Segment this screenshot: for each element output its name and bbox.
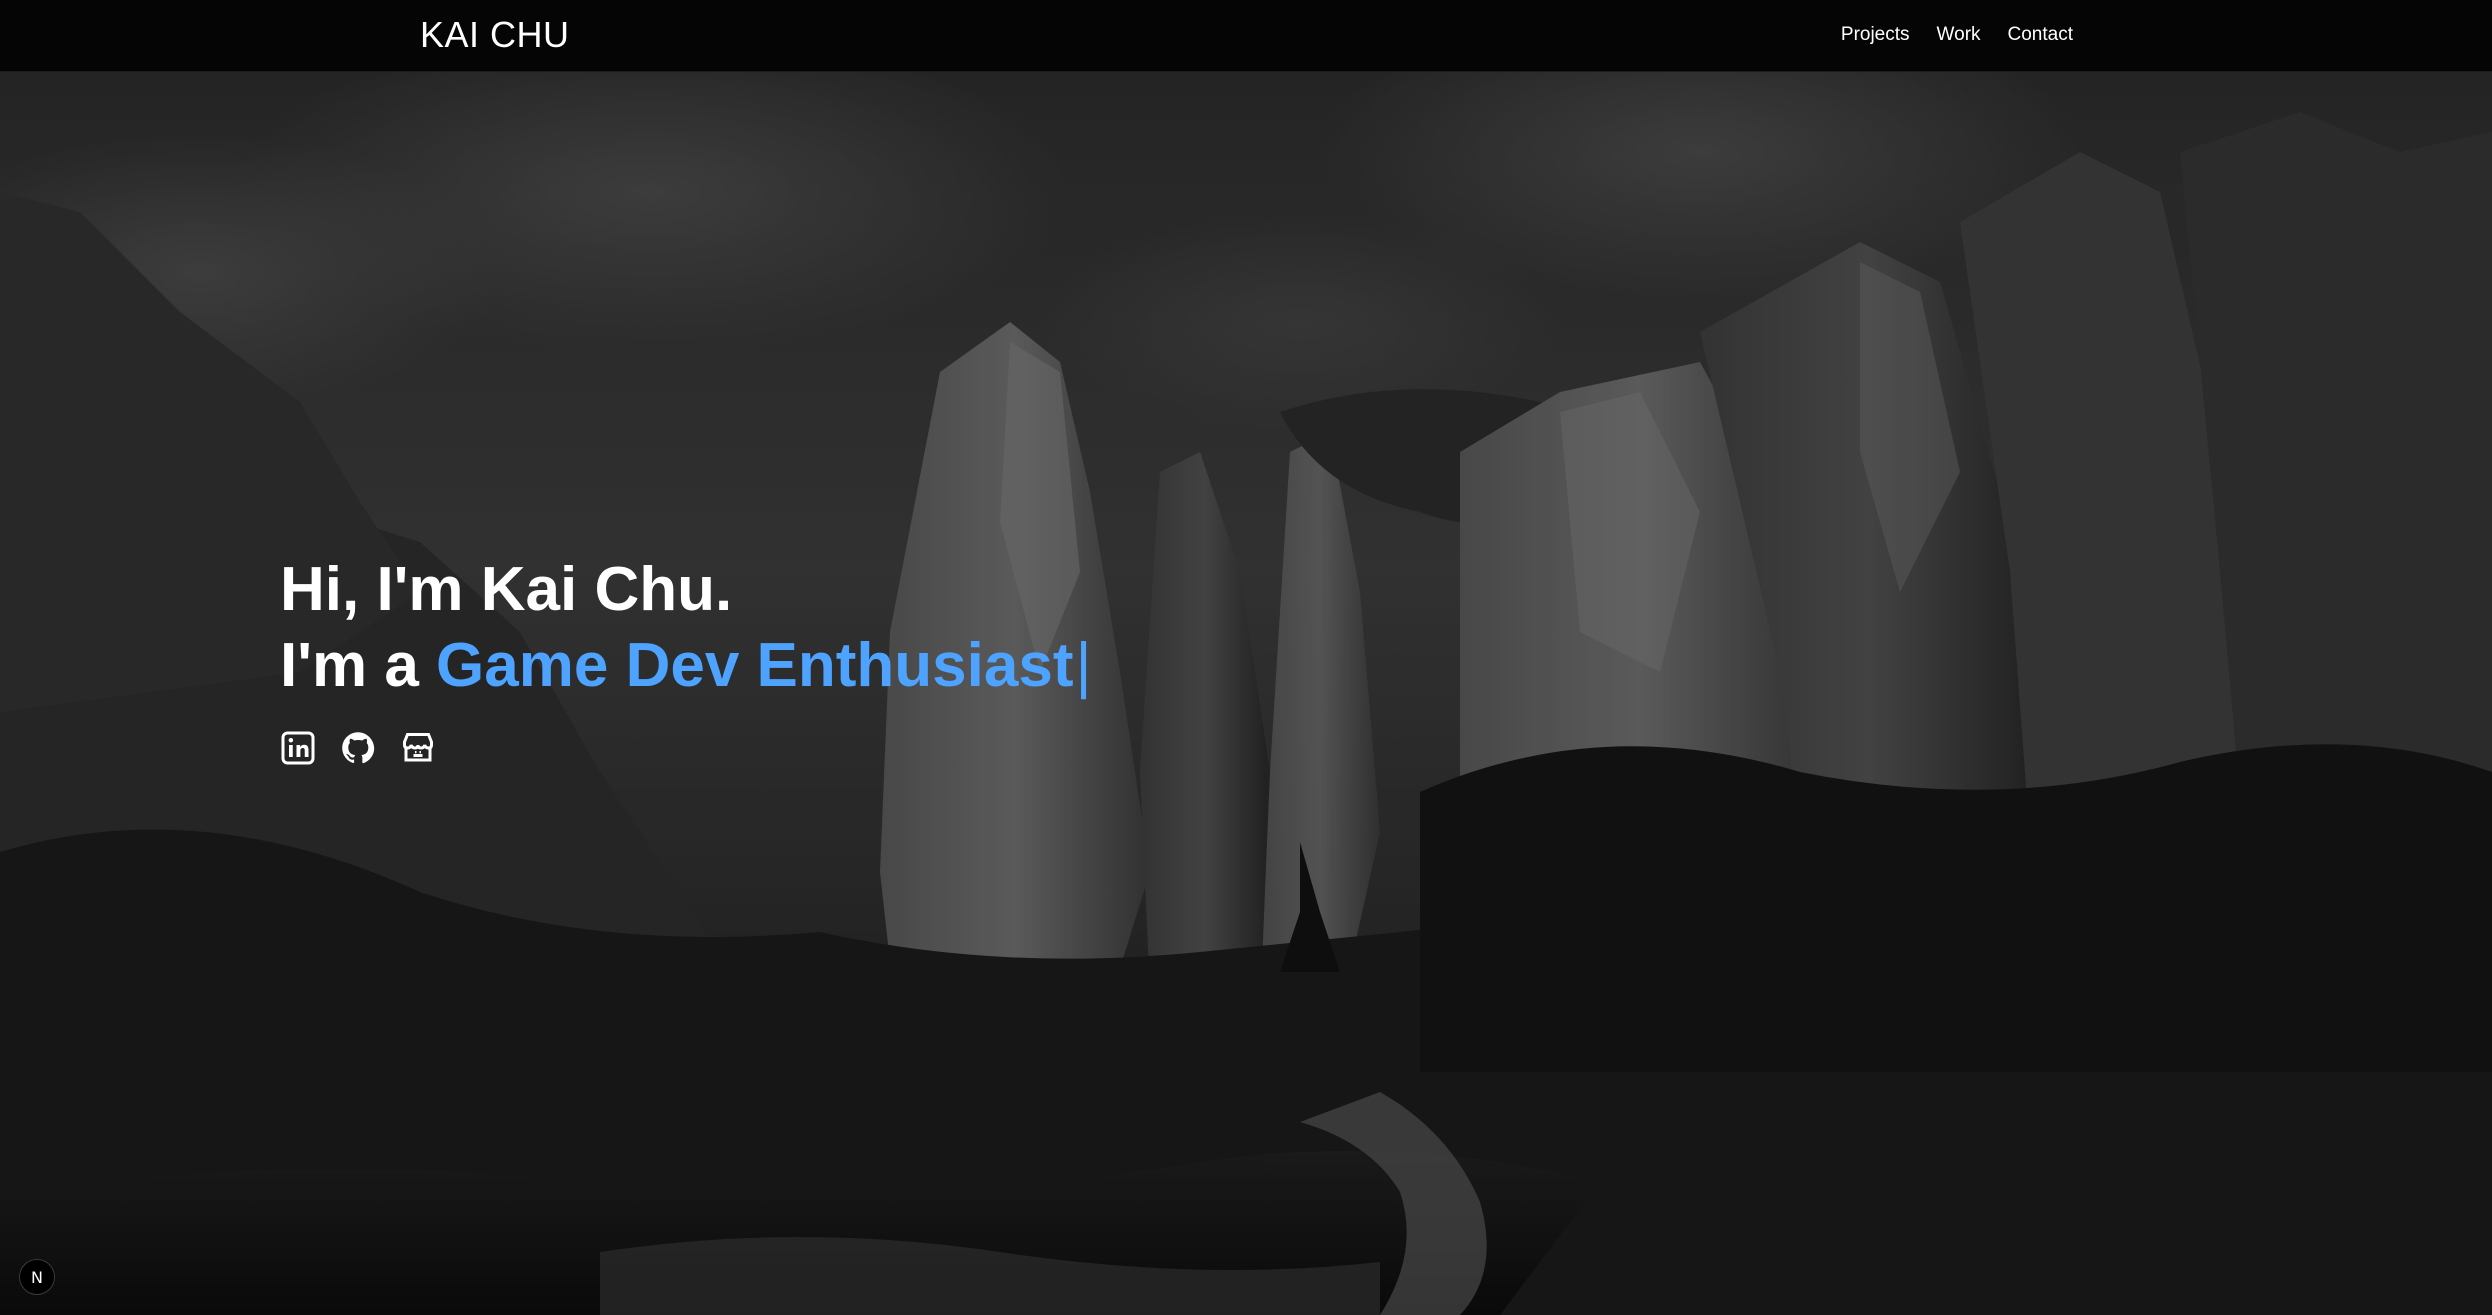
navbar: KAI CHU Projects Work Contact (0, 0, 2492, 72)
nav-work[interactable]: Work (1937, 22, 1981, 48)
github-icon[interactable] (340, 730, 376, 766)
nav-projects[interactable]: Projects (1841, 22, 1910, 48)
brand-logo[interactable]: KAI CHU (420, 14, 570, 56)
hero-line-2-prefix: I'm a (280, 631, 437, 700)
typing-cursor: | (1075, 631, 1092, 700)
nav-links: Projects Work Contact (1814, 22, 2073, 48)
social-links (280, 730, 436, 766)
nav-contact[interactable]: Contact (2008, 22, 2073, 48)
itchio-icon[interactable] (400, 730, 436, 766)
hero-section: Hi, I'm Kai Chu. I'm a Game Dev Enthusia… (0, 72, 2492, 1315)
linkedin-icon[interactable] (280, 730, 316, 766)
dev-indicator-badge[interactable]: N (19, 1259, 55, 1295)
hero-heading: Hi, I'm Kai Chu. I'm a Game Dev Enthusia… (280, 552, 1092, 704)
hero-line-1: Hi, I'm Kai Chu. (280, 555, 733, 624)
hero-typed-role: Game Dev Enthusiast (436, 631, 1074, 700)
hero-line-2: I'm a Game Dev Enthusiast| (280, 628, 1092, 704)
